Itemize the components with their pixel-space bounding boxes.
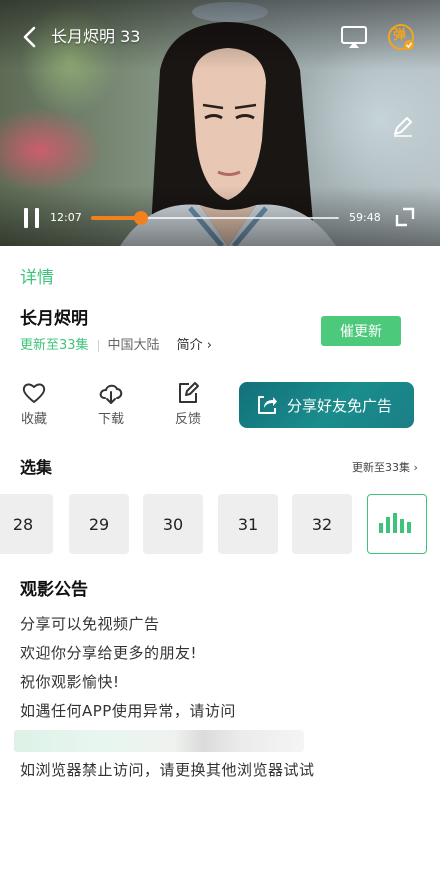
urge-update-button[interactable]: 催更新 bbox=[321, 316, 401, 346]
player-title: 长月烬明 33 bbox=[51, 27, 141, 46]
notice-title: 观影公告 bbox=[20, 580, 88, 600]
episode-item[interactable]: 29 bbox=[69, 494, 129, 554]
download-label: 下载 bbox=[97, 412, 124, 427]
intro-link[interactable]: 简介 › bbox=[177, 337, 212, 355]
share-ad-free-button[interactable]: 分享好友免广告 bbox=[239, 382, 414, 428]
notice-line: 如遇任何APP使用异常，请访问 bbox=[20, 702, 236, 720]
favorite-button[interactable]: 收藏 bbox=[14, 380, 54, 429]
playing-equalizer-icon bbox=[379, 513, 411, 533]
download-button[interactable]: 下载 bbox=[91, 380, 131, 429]
notice-line: 分享可以免视频广告 bbox=[20, 615, 160, 633]
current-time: 12:07 bbox=[50, 211, 82, 224]
episode-item[interactable]: 30 bbox=[143, 494, 203, 554]
total-time: 59:48 bbox=[349, 211, 381, 224]
cloud-download-icon bbox=[99, 384, 123, 404]
progress-handle[interactable] bbox=[133, 211, 148, 225]
show-title: 长月烬明 bbox=[20, 309, 88, 329]
edit-danmaku-button[interactable] bbox=[390, 113, 416, 139]
notice-line: 如浏览器禁止访问，请更换其他浏览器试试 bbox=[20, 761, 315, 779]
pencil-icon bbox=[394, 117, 412, 137]
back-button[interactable] bbox=[18, 24, 44, 50]
notice-line: 欢迎你分享给更多的朋友! bbox=[20, 644, 198, 662]
feedback-edit-icon bbox=[179, 382, 199, 403]
episode-item[interactable]: 31 bbox=[218, 494, 278, 554]
share-icon bbox=[258, 396, 277, 414]
chevron-left-icon bbox=[23, 26, 36, 48]
update-status: 更新至33集 bbox=[20, 338, 89, 353]
video-player[interactable]: 长月烬明 33 弹 12:07 59:48 bbox=[0, 0, 440, 246]
feedback-label: 反馈 bbox=[174, 412, 201, 427]
fullscreen-button[interactable] bbox=[395, 207, 415, 227]
episode-item-playing[interactable] bbox=[367, 494, 427, 554]
progress-bar[interactable] bbox=[91, 211, 339, 225]
danmaku-label: 弹 bbox=[393, 28, 407, 43]
fullscreen-icon bbox=[395, 207, 415, 227]
tab-details[interactable]: 详情 bbox=[20, 266, 54, 290]
feedback-button[interactable]: 反馈 bbox=[168, 380, 208, 429]
screen-cast-icon bbox=[341, 26, 367, 48]
region-label: 中国大陆 bbox=[107, 338, 160, 353]
heart-icon bbox=[22, 383, 46, 403]
pause-icon bbox=[24, 208, 39, 228]
meta-divider bbox=[97, 340, 99, 352]
show-meta: 更新至33集 中国大陆 简介 › bbox=[20, 337, 212, 355]
action-bar: 收藏 下载 反馈 bbox=[14, 380, 245, 429]
pause-button[interactable] bbox=[22, 206, 42, 230]
favorite-label: 收藏 bbox=[20, 412, 47, 427]
share-label: 分享好友免广告 bbox=[287, 396, 393, 415]
notice-line: 祝你观影愉快! bbox=[20, 673, 120, 691]
cast-button[interactable] bbox=[340, 24, 368, 50]
redacted-url-line bbox=[14, 730, 304, 752]
episode-item[interactable]: 28 bbox=[0, 494, 53, 554]
episodes-heading: 选集 bbox=[20, 458, 53, 477]
danmaku-toggle[interactable]: 弹 bbox=[386, 22, 416, 52]
episode-item[interactable]: 32 bbox=[292, 494, 352, 554]
episodes-more-link[interactable]: 更新至33集 › bbox=[352, 460, 418, 476]
episode-list: 28 29 30 31 32 bbox=[0, 494, 440, 556]
